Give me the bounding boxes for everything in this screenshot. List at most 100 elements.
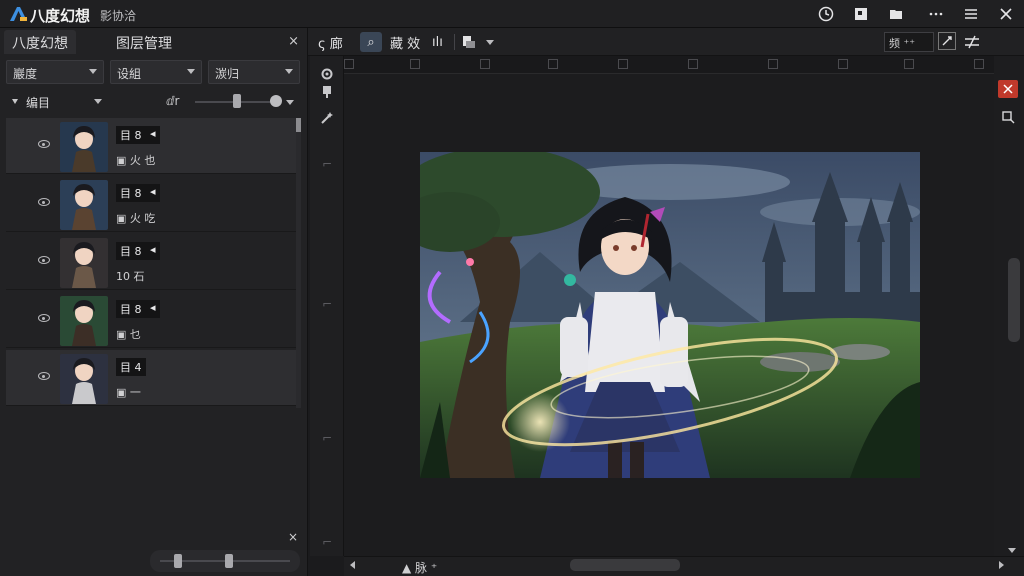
layer-meta: ▣ 乜 — [116, 328, 141, 341]
scrollbar-thumb[interactable] — [296, 118, 301, 132]
eye-icon[interactable] — [38, 372, 50, 380]
eye-icon[interactable] — [38, 198, 50, 206]
more-icon[interactable] — [925, 4, 947, 24]
zoom-knob-left[interactable] — [174, 554, 182, 568]
tool-effects[interactable]: 藏 效 — [390, 32, 420, 52]
layer-list: 目 8 ◂ ▣ 火 也目 8 ◂ ▣ 火 吃目 8 ◂ 10 石目 8 ◂ ▣ 乜目 4 ▣ 一 — [6, 118, 298, 408]
opacity-dot-icon[interactable] — [270, 95, 282, 107]
layer-row[interactable]: 目 8 ◂ ▣ 乜 — [6, 292, 298, 348]
chevron-down-icon — [89, 69, 97, 74]
group-selector[interactable]: 编目 — [8, 92, 104, 112]
layer-name[interactable]: 目 8 — [116, 242, 146, 260]
expand-icon — [12, 99, 18, 104]
pages-icon[interactable] — [850, 4, 872, 24]
layer-badge: ◂ — [146, 126, 160, 144]
ruler-mark — [548, 59, 558, 69]
close-icon[interactable] — [998, 80, 1018, 98]
layer-row[interactable]: 目 8 ◂ ▣ 火 吃 — [6, 176, 298, 232]
layer-thumbnail — [60, 354, 108, 404]
ruler-mark — [480, 59, 490, 69]
toolbar-divider — [454, 34, 455, 50]
group-dropdown[interactable]: 设組 — [110, 60, 202, 84]
layer-thumbnail — [60, 296, 108, 346]
chevron-down-icon — [285, 69, 293, 74]
hamburger-icon[interactable] — [960, 4, 982, 24]
ruler-mark — [688, 59, 698, 69]
vertical-toolbar: ⌐ ⌐ ⌐ ⌐ — [310, 56, 344, 556]
adjust-icon[interactable] — [964, 32, 980, 52]
panel-close-button[interactable]: × — [288, 530, 298, 544]
app-logo-icon — [10, 7, 27, 21]
chevron-down-icon[interactable] — [486, 40, 494, 45]
filter-dropdown[interactable]: 湠归 — [208, 60, 300, 84]
ruler-mark — [618, 59, 628, 69]
tab-app[interactable]: 八度幻想 — [4, 30, 76, 54]
zoom-field[interactable]: 频 ⁺⁺ — [884, 32, 934, 52]
bottom-bar — [344, 556, 1024, 576]
brush-icon[interactable] — [319, 84, 335, 100]
canvas-image[interactable] — [420, 152, 920, 478]
zoom-knob[interactable] — [225, 554, 233, 568]
app-title: 八度幻想 — [30, 7, 91, 25]
canvas-horizontal-scrollbar[interactable] — [570, 559, 680, 571]
folder-icon[interactable] — [885, 4, 907, 24]
ruler-icon[interactable]: ⌐ — [319, 156, 335, 172]
eye-icon[interactable] — [38, 314, 50, 322]
filter-dropdown-value: 湠归 — [215, 67, 240, 81]
title-bar: 八度幻想 影协洽 — [0, 0, 1024, 28]
layer-badge: ◂ — [146, 300, 160, 318]
layer-scrollbar[interactable] — [296, 118, 301, 408]
opacity-slider-knob[interactable] — [233, 94, 242, 108]
layers-icon[interactable] — [462, 32, 476, 52]
ruler-mark — [974, 59, 984, 69]
ruler-mark — [768, 59, 778, 69]
layer-row[interactable]: 目 4 ▣ 一 — [6, 350, 298, 406]
layer-name[interactable]: 目 8 — [116, 300, 146, 318]
ruler-icon[interactable]: ⌐ — [319, 534, 335, 550]
app-subtitle: 影协洽 — [100, 9, 137, 23]
canvas-vertical-scrollbar[interactable] — [1008, 258, 1020, 342]
layer-thumbnail — [60, 122, 108, 172]
layer-meta: ▣ 火 吃 — [116, 212, 156, 225]
close-icon[interactable] — [995, 4, 1017, 24]
layer-name[interactable]: 目 4 — [116, 358, 146, 376]
tool-link[interactable]: ς 廊 — [318, 32, 343, 52]
top-toolbar: ς 廊 ⌕ 藏 效 ılı 频 ⁺⁺ — [308, 28, 1024, 56]
ruler-mark — [410, 59, 420, 69]
gear-icon[interactable] — [319, 66, 335, 82]
chevron-down-icon — [187, 69, 195, 74]
eye-icon[interactable] — [38, 256, 50, 264]
ruler-icon[interactable]: ⌐ — [319, 296, 335, 312]
scroll-down-icon[interactable] — [1008, 548, 1016, 553]
left-panel: 八度幻想 图层管理 × 巖度 设組 湠归 编目 ⅆr 目 8 ◂ ▣ 火 也目 8 ◂… — [0, 28, 308, 576]
wand-icon[interactable] — [319, 110, 335, 126]
layer-row[interactable]: 目 8 ◂ 10 石 — [6, 234, 298, 290]
layer-meta: ▣ 一 — [116, 386, 141, 399]
panel-close-button[interactable]: × — [288, 34, 299, 49]
clock-icon[interactable] — [815, 4, 837, 24]
zoom-slider[interactable] — [150, 550, 300, 572]
layer-badge: ◂ — [146, 242, 160, 260]
ruler-mark — [344, 59, 354, 69]
crop-icon[interactable] — [998, 108, 1018, 126]
layer-row[interactable]: 目 8 ◂ ▣ 火 也 — [6, 118, 298, 174]
eye-icon[interactable] — [38, 140, 50, 148]
tool-histogram[interactable]: ılı — [432, 32, 443, 52]
layer-name[interactable]: 目 8 — [116, 126, 146, 144]
edit-icon[interactable] — [938, 32, 956, 50]
layer-meta: ▣ 火 也 — [116, 154, 156, 167]
scroll-left-icon[interactable] — [350, 561, 355, 569]
group-dropdown-value: 设組 — [117, 67, 142, 81]
chevron-down-icon — [94, 99, 102, 104]
ruler-icon[interactable]: ⌐ — [319, 430, 335, 446]
layer-name[interactable]: 目 8 — [116, 184, 146, 202]
chevron-down-icon[interactable] — [286, 100, 294, 105]
scroll-right-icon[interactable] — [999, 561, 1004, 569]
status-text: ▲ 脉 ⁺ — [402, 561, 438, 575]
tab-layers[interactable]: 图层管理 — [108, 30, 180, 54]
opacity-label: ⅆr — [166, 94, 180, 108]
layer-thumbnail — [60, 238, 108, 288]
tool-search[interactable]: ⌕ — [360, 32, 382, 52]
blend-dropdown[interactable]: 巖度 — [6, 60, 104, 84]
group-label: 编目 — [26, 96, 51, 110]
